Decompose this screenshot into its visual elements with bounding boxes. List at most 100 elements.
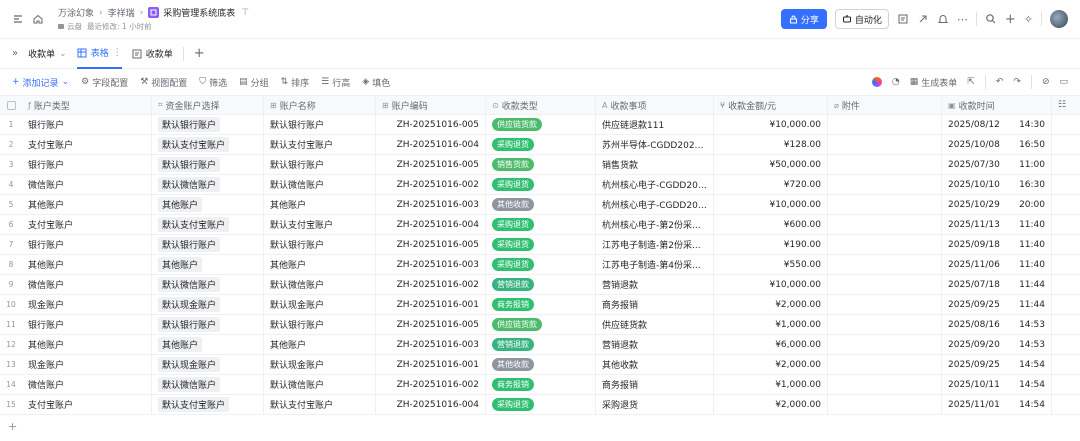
cell-receipt-type[interactable]: 采购退货 (486, 135, 596, 154)
cell-receipt-item[interactable]: 供应链货款 (596, 315, 714, 334)
cell-receipt-item[interactable]: 销售货款 (596, 155, 714, 174)
table-row[interactable]: 1 银行账户 默认银行账户 默认银行账户 ZH-20251016-005 供应链货款 供应链… (0, 115, 1080, 135)
cell-account-code[interactable]: ZH-20251016-005 (376, 155, 486, 174)
cell-account-type[interactable]: 银行账户 (22, 235, 152, 254)
cell-account-type[interactable]: 现金账户 (22, 355, 152, 374)
cell-account-name[interactable]: 默认微信账户 (264, 375, 376, 394)
cell-attachment[interactable] (828, 275, 942, 294)
cell-account-name[interactable]: 默认支付宝账户 (264, 395, 376, 414)
cell-receipt-type[interactable]: 采购退货 (486, 175, 596, 194)
table-row[interactable]: 12 其他账户 其他账户 其他账户 ZH-20251016-003 营销退款 营销退款 ¥6,… (0, 335, 1080, 355)
cell-account-type[interactable]: 支付宝账户 (22, 215, 152, 234)
cell-receipt-time[interactable]: 2025/10/29 20:00 (942, 195, 1052, 214)
cell-receipt-item[interactable]: 苏州半导体-CGDD20251... (596, 135, 714, 154)
cell-amount[interactable]: ¥1,000.00 (714, 315, 828, 334)
cell-fund-account[interactable]: 默认微信账户 (152, 175, 264, 194)
cell-account-code[interactable]: ZH-20251016-004 (376, 215, 486, 234)
column-header-receipt-type[interactable]: ⊙ 收款类型 (486, 96, 596, 114)
table-row[interactable]: 14 微信账户 默认微信账户 默认微信账户 ZH-20251016-002 商务报销 商务报… (0, 375, 1080, 395)
cell-account-code[interactable]: ZH-20251016-004 (376, 395, 486, 414)
cell-receipt-item[interactable]: 江苏电子制造-第4份采... (596, 255, 714, 274)
cell-receipt-item[interactable]: 营销退款 (596, 335, 714, 354)
cell-account-code[interactable]: ZH-20251016-002 (376, 275, 486, 294)
cell-receipt-item[interactable]: 供应链退款111 (596, 115, 714, 134)
cell-account-type[interactable]: 支付宝账户 (22, 135, 152, 154)
cell-amount[interactable]: ¥720.00 (714, 175, 828, 194)
cell-account-type[interactable]: 其他账户 (22, 255, 152, 274)
cell-receipt-type[interactable]: 销售货款 (486, 155, 596, 174)
ai-assistant-icon[interactable] (871, 77, 882, 87)
cell-attachment[interactable] (828, 375, 942, 394)
table-row[interactable]: 11 银行账户 默认银行账户 默认银行账户 ZH-20251016-005 供应链货款 供应… (0, 315, 1080, 335)
home-icon[interactable] (32, 13, 44, 25)
cell-receipt-type[interactable]: 营销退款 (486, 275, 596, 294)
table-row[interactable]: 4 微信账户 默认微信账户 默认微信账户 ZH-20251016-002 采购退货 杭州核心… (0, 175, 1080, 195)
cell-attachment[interactable] (828, 135, 942, 154)
cell-receipt-time[interactable]: 2025/09/18 11:40 (942, 235, 1052, 254)
cell-receipt-time[interactable]: 2025/11/13 11:40 (942, 215, 1052, 234)
cell-account-type[interactable]: 微信账户 (22, 275, 152, 294)
cell-account-code[interactable]: ZH-20251016-005 (376, 235, 486, 254)
cell-receipt-time[interactable]: 2025/10/10 16:30 (942, 175, 1052, 194)
sparkle-icon[interactable]: ✧ (1024, 13, 1033, 26)
cell-account-type[interactable]: 现金账户 (22, 295, 152, 314)
cell-receipt-type[interactable]: 采购退货 (486, 235, 596, 254)
table-row[interactable]: 9 微信账户 默认微信账户 默认微信账户 ZH-20251016-002 营销退款 营销退款… (0, 275, 1080, 295)
cell-receipt-item[interactable]: 其他收款 (596, 355, 714, 374)
cell-receipt-time[interactable]: 2025/08/12 14:30 (942, 115, 1052, 134)
column-header-account-code[interactable]: ⊞ 账户编码 (376, 96, 486, 114)
share-view-icon[interactable]: ⇱ (967, 77, 975, 87)
cell-attachment[interactable] (828, 315, 942, 334)
cell-account-code[interactable]: ZH-20251016-003 (376, 335, 486, 354)
cell-amount[interactable]: ¥190.00 (714, 235, 828, 254)
cell-attachment[interactable] (828, 395, 942, 414)
cell-receipt-item[interactable]: 营销退款 (596, 275, 714, 294)
cell-receipt-time[interactable]: 2025/10/08 16:50 (942, 135, 1052, 154)
cell-fund-account[interactable]: 默认现金账户 (152, 295, 264, 314)
cell-receipt-time[interactable]: 2025/07/18 11:44 (942, 275, 1052, 294)
cell-fund-account[interactable]: 其他账户 (152, 255, 264, 274)
more-vertical-icon[interactable]: ⋮ (113, 48, 122, 58)
cell-fund-account[interactable]: 其他账户 (152, 195, 264, 214)
cell-fund-account[interactable]: 默认银行账户 (152, 235, 264, 254)
cell-receipt-type[interactable]: 供应链货款 (486, 315, 596, 334)
cell-receipt-time[interactable]: 2025/11/01 14:54 (942, 395, 1052, 414)
column-header-attachment[interactable]: ⌀ 附件 (828, 96, 942, 114)
cell-amount[interactable]: ¥10,000.00 (714, 115, 828, 134)
cell-attachment[interactable] (828, 195, 942, 214)
cell-receipt-item[interactable]: 杭州核心电子-第2份采... (596, 215, 714, 234)
cell-receipt-type[interactable]: 营销退款 (486, 335, 596, 354)
cell-receipt-time[interactable]: 2025/09/20 14:53 (942, 335, 1052, 354)
cell-attachment[interactable] (828, 355, 942, 374)
cell-receipt-type[interactable]: 采购退货 (486, 215, 596, 234)
cell-amount[interactable]: ¥2,000.00 (714, 395, 828, 414)
generate-form-button[interactable]: ▦ 生成表单 (910, 76, 958, 89)
avatar[interactable] (1050, 10, 1068, 28)
column-header-fund-account[interactable]: ⌗ 资金账户选择 (152, 96, 264, 114)
group-button[interactable]: ▤ 分组 (239, 76, 269, 89)
column-header-receipt-item[interactable]: A 收款事项 (596, 96, 714, 114)
cell-account-name[interactable]: 默认现金账户 (264, 295, 376, 314)
tab-form-view[interactable]: 收款单 (132, 39, 173, 69)
fill-color-button[interactable]: ◈ 填色 (362, 76, 390, 89)
cell-account-name[interactable]: 默认微信账户 (264, 275, 376, 294)
breadcrumb-owner[interactable]: 李祥瑞 (108, 6, 135, 19)
cell-account-name[interactable]: 其他账户 (264, 195, 376, 214)
cell-account-type[interactable]: 支付宝账户 (22, 395, 152, 414)
cell-account-name[interactable]: 其他账户 (264, 335, 376, 354)
cell-account-name[interactable]: 默认支付宝账户 (264, 215, 376, 234)
cell-account-code[interactable]: ZH-20251016-001 (376, 295, 486, 314)
cell-attachment[interactable] (828, 175, 942, 194)
cell-account-code[interactable]: ZH-20251016-002 (376, 375, 486, 394)
sidebar-toggle-icon[interactable] (12, 13, 24, 25)
cell-account-type[interactable]: 银行账户 (22, 315, 152, 334)
table-row[interactable]: 7 银行账户 默认银行账户 默认银行账户 ZH-20251016-005 采购退货 江苏电子… (0, 235, 1080, 255)
clear-format-icon[interactable]: ⊘ (1042, 77, 1050, 87)
bell-icon[interactable] (937, 13, 949, 25)
pin-icon[interactable]: ⊤ (241, 8, 249, 18)
cell-amount[interactable]: ¥2,000.00 (714, 355, 828, 374)
cell-account-name[interactable]: 默认现金账户 (264, 355, 376, 374)
column-header-receipt-time[interactable]: ▣ 收款时间 (942, 96, 1052, 114)
add-row-button[interactable]: + (0, 415, 1080, 437)
cell-receipt-time[interactable]: 2025/07/30 11:00 (942, 155, 1052, 174)
